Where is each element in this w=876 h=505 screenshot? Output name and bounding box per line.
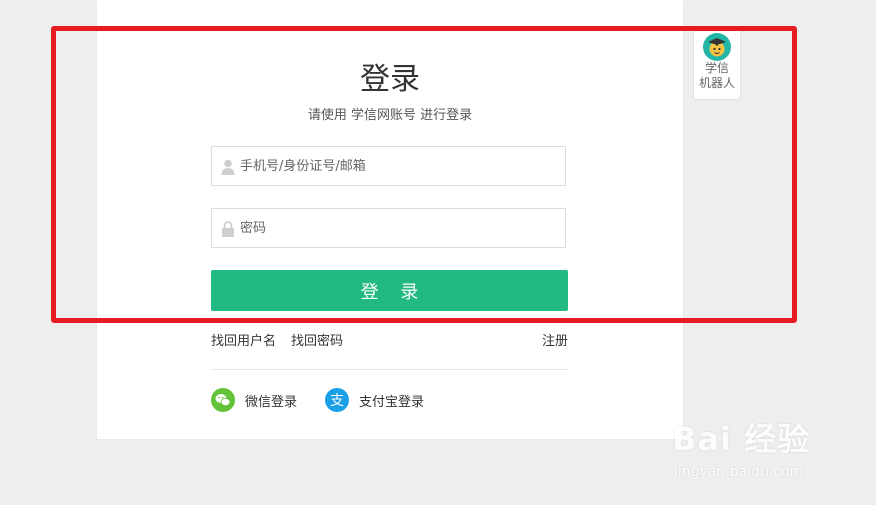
assistant-robot-widget[interactable]: 学信 机器人 (693, 28, 741, 100)
alipay-login[interactable]: 支 支付宝登录 (325, 387, 424, 413)
password-field[interactable] (211, 208, 566, 248)
robot-label-line2: 机器人 (698, 76, 735, 90)
username-field[interactable] (211, 146, 566, 186)
svg-text:支: 支 (330, 393, 344, 409)
watermark-brand: Bai 经验 (672, 420, 811, 458)
wechat-login[interactable]: 微信登录 (211, 387, 297, 413)
robot-label-line1: 学信 (704, 61, 729, 75)
username-input[interactable] (240, 147, 550, 185)
user-icon (221, 159, 235, 175)
login-card: 登录 请使用 学信网账号 进行登录 登 录 找回用户名 找回密码 注册 (97, 0, 683, 439)
robot-avatar-icon (703, 33, 731, 61)
lock-icon (221, 221, 235, 237)
wechat-login-label: 微信登录 (245, 394, 298, 410)
watermark-url: jingyan.baidu.com (674, 464, 804, 480)
forgot-username-link[interactable]: 找回用户名 (211, 330, 276, 349)
password-input[interactable] (240, 209, 550, 247)
login-button[interactable]: 登 录 (211, 270, 568, 311)
divider (211, 369, 568, 370)
account-links: 找回用户名 找回密码 注册 (211, 330, 568, 350)
alipay-icon: 支 (325, 388, 349, 412)
register-link[interactable]: 注册 (542, 330, 568, 349)
alipay-login-label: 支付宝登录 (359, 394, 425, 410)
page-title: 登录 (360, 62, 420, 97)
wechat-icon (211, 388, 235, 412)
baidu-jingyan-watermark: Bai 经验 jingyan.baidu.com (672, 410, 872, 490)
forgot-password-link[interactable]: 找回密码 (291, 330, 343, 349)
login-subtitle: 请使用 学信网账号 进行登录 (307, 108, 473, 123)
